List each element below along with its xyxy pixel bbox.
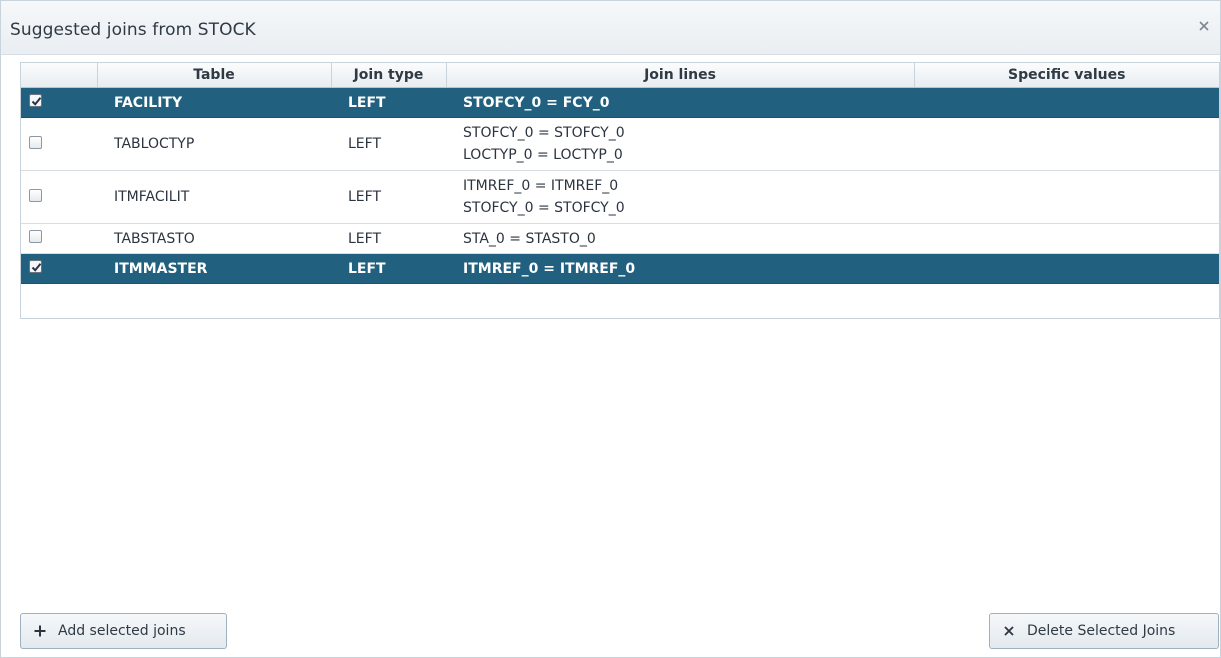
join-line: STOFCY_0 = STOFCY_0: [463, 125, 625, 141]
add-selected-joins-button[interactable]: Add selected joins: [20, 613, 227, 649]
row-checkbox[interactable]: [29, 188, 42, 202]
table-header-row: Table Join type Join lines Specific valu…: [21, 63, 1219, 88]
dialog-title: Suggested joins from STOCK: [10, 20, 256, 40]
row-checkbox[interactable]: [29, 260, 42, 273]
table-name-cell: ITMMASTER: [97, 253, 331, 284]
row-checkbox-cell: [21, 223, 97, 254]
table-row[interactable]: TABLOCTYP LEFT STOFCY_0 = STOFCY_0 LOCTY…: [21, 117, 1219, 171]
join-line: ITMREF_0 = ITMREF_0: [463, 178, 619, 194]
table-name-cell: TABSTASTO: [97, 223, 331, 254]
add-selected-joins-label: Add selected joins: [58, 623, 186, 639]
join-line: STA_0 = STASTO_0: [463, 230, 596, 247]
row-checkbox-cell: [21, 170, 97, 224]
specific-values-cell: [914, 117, 1219, 171]
column-header-table[interactable]: Table: [97, 63, 332, 88]
table-name-cell: ITMFACILIT: [97, 170, 331, 224]
column-header-specific-values[interactable]: Specific values: [914, 63, 1219, 88]
specific-values-cell: [914, 170, 1219, 224]
table-row[interactable]: ITMMASTER LEFT ITMREF_0 = ITMREF_0: [21, 253, 1219, 284]
specific-values-cell: [914, 87, 1219, 118]
table-row[interactable]: FACILITY LEFT STOFCY_0 = FCY_0: [21, 87, 1219, 118]
row-checkbox-cell: [21, 87, 97, 118]
join-lines-cell: STOFCY_0 = STOFCY_0 LOCTYP_0 = LOCTYP_0: [446, 117, 914, 171]
x-icon: [1002, 624, 1016, 638]
join-type-cell: LEFT: [331, 87, 446, 118]
join-lines-cell: ITMREF_0 = ITMREF_0: [446, 253, 914, 284]
column-header-join-type[interactable]: Join type: [331, 63, 447, 88]
column-header-select[interactable]: [21, 63, 98, 88]
delete-selected-joins-button[interactable]: Delete Selected Joins: [989, 613, 1219, 649]
join-lines-cell: STA_0 = STASTO_0: [446, 223, 914, 254]
join-lines-cell: STOFCY_0 = FCY_0: [446, 87, 914, 118]
table-row[interactable]: ITMFACILIT LEFT ITMREF_0 = ITMREF_0 STOF…: [21, 170, 1219, 224]
table-name-cell: TABLOCTYP: [97, 117, 331, 171]
join-line: STOFCY_0 = STOFCY_0: [463, 200, 625, 216]
join-type-cell: LEFT: [331, 223, 446, 254]
join-line: ITMREF_0 = ITMREF_0: [463, 260, 636, 277]
joins-table: Table Join type Join lines Specific valu…: [21, 63, 1219, 284]
close-icon[interactable]: [1196, 18, 1212, 34]
delete-selected-joins-label: Delete Selected Joins: [1027, 623, 1176, 639]
join-type-cell: LEFT: [331, 117, 446, 171]
suggested-joins-dialog: Suggested joins from STOCK Table Join ty…: [0, 0, 1221, 658]
row-checkbox[interactable]: [29, 135, 42, 149]
table-name-cell: FACILITY: [97, 87, 331, 118]
row-checkbox[interactable]: [29, 94, 42, 107]
specific-values-cell: [914, 223, 1219, 254]
join-line: STOFCY_0 = FCY_0: [463, 94, 610, 111]
specific-values-cell: [914, 253, 1219, 284]
dialog-titlebar: Suggested joins from STOCK: [1, 1, 1220, 55]
row-checkbox-cell: [21, 117, 97, 171]
table-row[interactable]: TABSTASTO LEFT STA_0 = STASTO_0: [21, 223, 1219, 254]
joins-grid: Table Join type Join lines Specific valu…: [20, 62, 1220, 319]
join-lines-cell: ITMREF_0 = ITMREF_0 STOFCY_0 = STOFCY_0: [446, 170, 914, 224]
join-line: LOCTYP_0 = LOCTYP_0: [463, 147, 623, 163]
join-type-cell: LEFT: [331, 253, 446, 284]
row-checkbox-cell: [21, 253, 97, 284]
column-header-join-lines[interactable]: Join lines: [446, 63, 915, 88]
plus-icon: [33, 624, 47, 638]
row-checkbox[interactable]: [29, 230, 42, 243]
join-type-cell: LEFT: [331, 170, 446, 224]
